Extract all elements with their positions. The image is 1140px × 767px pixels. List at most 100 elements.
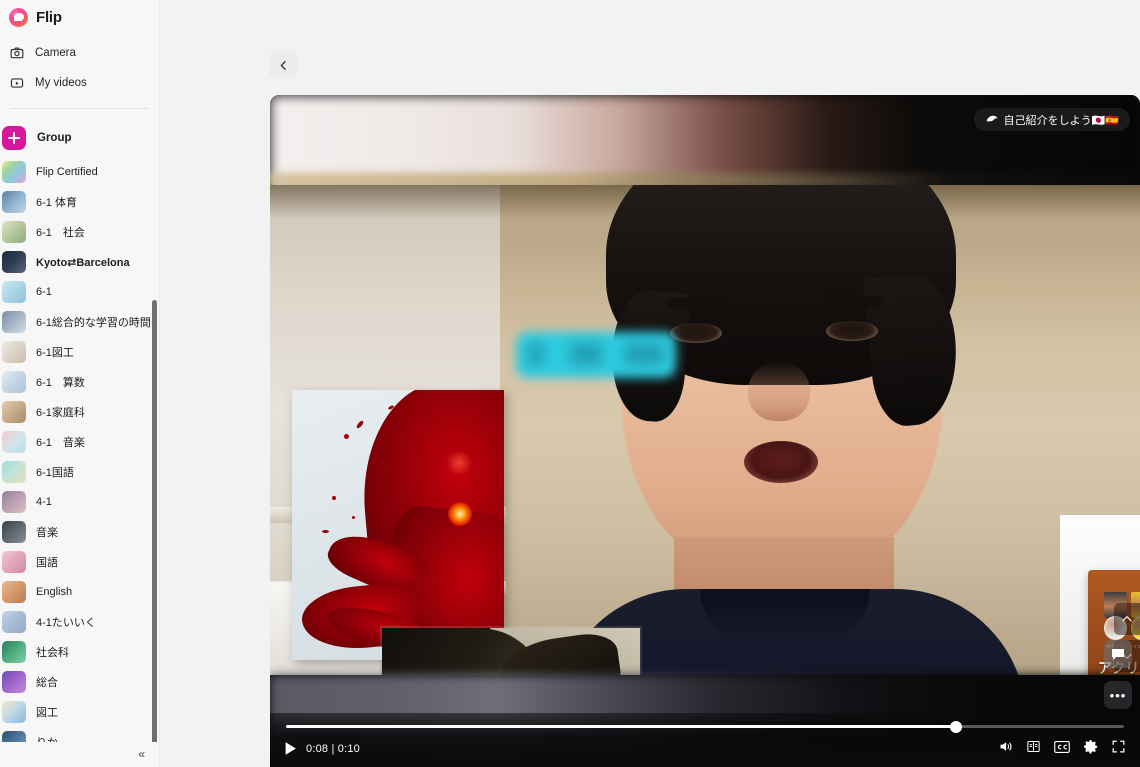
create-group-button[interactable]: Group (0, 123, 159, 152)
group-item-label: 国語 (36, 557, 58, 570)
progress-bar-fill (286, 725, 957, 728)
sidebar-group-item[interactable]: 4-1たいいく (0, 607, 159, 637)
group-thumbnail (2, 221, 26, 244)
group-list[interactable]: Flip Certified 6-1 体育 6-1 社会 Kyoto⇄Barcelon… (0, 152, 159, 742)
sidebar-group-item[interactable]: 6-1家庭科 (0, 397, 159, 427)
group-thumbnail (2, 581, 26, 604)
sidebar-group-item[interactable]: English (0, 577, 159, 607)
sidebar-group-item[interactable]: りか (0, 727, 159, 742)
flip-topic-icon (985, 114, 998, 125)
collapse-sidebar-button[interactable]: « (0, 742, 159, 767)
sidebar-scrollbar[interactable] (152, 300, 157, 742)
sidebar-item-camera-label: Camera (35, 47, 76, 59)
group-item-label: Kyoto⇄Barcelona (36, 256, 130, 269)
group-thumbnail (2, 701, 26, 724)
group-thumbnail (2, 371, 26, 394)
group-header-label: Group (37, 131, 72, 144)
more-horizontal-icon: ••• (1109, 687, 1127, 703)
blurred-name-tag-text (528, 343, 664, 365)
sidebar-group-item[interactable]: 社会科 (0, 637, 159, 667)
more-options-button[interactable]: ••• (1104, 681, 1132, 709)
group-item-label: 6-1 体育 (36, 197, 77, 210)
group-thumbnail (2, 431, 26, 454)
group-item-label: 4-1たいいく (36, 617, 96, 630)
sidebar-group-item[interactable]: 6-1 体育 (0, 187, 159, 217)
sidebar-group-item[interactable]: 音楽 (0, 517, 159, 547)
topic-badge-label: 自己紹介をしよう🇯🇵🇪🇸 (1003, 114, 1119, 127)
group-thumbnail (2, 731, 26, 742)
sidebar: Flip Camera My videos Group Flip Certifi… (0, 0, 160, 767)
player-controls-left: 0:08 | 0:10 (284, 741, 360, 756)
group-item-label: 6-1総合的な学習の時間 (36, 317, 151, 330)
group-item-label: 6-1 音楽 (36, 437, 85, 450)
inset-video-clip (382, 628, 640, 675)
group-thumbnail (2, 251, 26, 274)
group-thumbnail (2, 491, 26, 514)
group-thumbnail (2, 551, 26, 574)
sidebar-group-item[interactable]: 総合 (0, 667, 159, 697)
group-thumbnail (2, 191, 26, 214)
group-thumbnail (2, 161, 26, 184)
sidebar-item-my-videos[interactable]: My videos (0, 68, 159, 98)
sidebar-item-camera[interactable]: Camera (0, 38, 159, 68)
fullscreen-icon[interactable] (1111, 739, 1126, 754)
sidebar-group-item[interactable]: 国語 (0, 547, 159, 577)
volume-icon[interactable] (998, 739, 1013, 754)
sidebar-group-item[interactable]: 6-1図工 (0, 337, 159, 367)
comment-button[interactable] (1104, 640, 1132, 668)
group-thumbnail (2, 281, 26, 304)
group-thumbnail (2, 461, 26, 484)
sidebar-group-item[interactable]: 6-1 社会 (0, 217, 159, 247)
main-content: 自己紹介をしよう🇯🇵🇪🇸 イエ ••• 0:08 | 0:10 (160, 0, 1140, 767)
camera-icon (10, 46, 24, 60)
player-controls-right (998, 739, 1126, 754)
settings-gear-icon[interactable] (1083, 739, 1098, 754)
group-item-label: 音楽 (36, 527, 58, 540)
person-eye-right (826, 321, 878, 341)
time-label: 0:08 | 0:10 (306, 742, 360, 755)
sidebar-group-item[interactable]: 6-1 音楽 (0, 427, 159, 457)
group-item-label: 6-1 算数 (36, 377, 85, 390)
play-icon[interactable] (284, 741, 297, 756)
closed-captions-icon[interactable] (1054, 740, 1070, 754)
group-item-label: 6-1家庭科 (36, 407, 85, 420)
scroll-up-button[interactable] (1114, 603, 1140, 635)
person-nose (748, 361, 810, 421)
sidebar-group-item[interactable]: Flip Certified (0, 157, 159, 187)
group-item-label: りか (36, 734, 58, 741)
sidebar-group-item[interactable]: 6-1総合的な学習の時間 (0, 307, 159, 337)
chevron-left-icon (277, 59, 290, 72)
flip-logo-icon (9, 7, 28, 27)
acrylic-paint-title: ACRYLIC PAINT (1088, 576, 1140, 584)
topic-badge[interactable]: 自己紹介をしよう🇯🇵🇪🇸 (973, 108, 1130, 131)
transcript-icon[interactable] (1026, 739, 1041, 754)
sidebar-item-my-videos-label: My videos (35, 77, 87, 89)
chevron-up-icon (1120, 612, 1134, 626)
player-controls: 0:08 | 0:10 (270, 715, 1140, 767)
sidebar-group-item[interactable]: Kyoto⇄Barcelona (0, 247, 159, 277)
sidebar-group-item[interactable]: 4-1 (0, 487, 159, 517)
group-thumbnail (2, 341, 26, 364)
progress-bar-handle[interactable] (950, 720, 963, 733)
group-item-label: 6-1国語 (36, 467, 74, 480)
group-item-label: English (36, 586, 73, 599)
comment-bubble-icon (1110, 646, 1126, 662)
progress-bar[interactable] (286, 720, 1124, 733)
video-frame: ACRYLIC PAINT ホワイトイエローレッドグリーンブルーブラック アクリ… (270, 185, 1140, 675)
brand-name: Flip (36, 8, 62, 26)
group-thumbnail (2, 611, 26, 634)
back-button[interactable] (269, 51, 297, 79)
sidebar-group-item[interactable]: 6-1 算数 (0, 367, 159, 397)
group-thumbnail (2, 641, 26, 664)
video-play-icon (10, 76, 24, 90)
brand-header[interactable]: Flip (0, 0, 159, 34)
sidebar-group-item[interactable]: 6-1国語 (0, 457, 159, 487)
sidebar-group-item[interactable]: 図工 (0, 697, 159, 727)
group-item-label: 6-1 社会 (36, 227, 85, 240)
person-eye-left (670, 323, 722, 343)
sidebar-group-item[interactable]: 6-1 (0, 277, 159, 307)
group-thumbnail (2, 671, 26, 694)
person-mouth (744, 441, 818, 483)
group-item-label: 6-1図工 (36, 347, 74, 360)
video-player[interactable]: 自己紹介をしよう🇯🇵🇪🇸 イエ ••• 0:08 | 0:10 (270, 95, 1140, 767)
